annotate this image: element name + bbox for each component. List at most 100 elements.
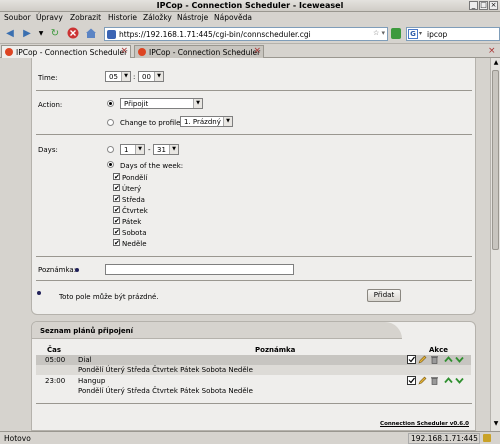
window-titlebar: IPCop - Connection Scheduler - Iceweasel… <box>0 0 500 12</box>
action-radio[interactable] <box>107 100 114 107</box>
change-profile-radio[interactable] <box>107 119 114 126</box>
search-engine-icon[interactable]: G <box>408 29 418 39</box>
divider <box>36 90 472 91</box>
menu-soubor[interactable]: Soubor <box>4 13 31 22</box>
minimize-icon[interactable]: _ <box>469 1 478 10</box>
row-days: Pondělí Úterý Středa Čtvrtek Pátek Sobot… <box>78 366 253 374</box>
status-bar: Hotovo 192.168.1.71:445 <box>0 431 500 444</box>
ssl-lock-icon[interactable] <box>483 434 491 442</box>
scroll-thumb[interactable] <box>492 70 499 250</box>
time-label: Time: <box>38 74 58 82</box>
site-favicon-icon <box>107 30 116 39</box>
profile-select[interactable]: 1. Prázdný ▼ <box>180 116 233 127</box>
checkbox-sobota[interactable]: ✔ <box>113 228 120 236</box>
divider <box>36 403 472 404</box>
close-tab-icon[interactable]: × <box>488 46 496 56</box>
note-input[interactable] <box>105 264 294 275</box>
tab-label: IPCop - Connection Scheduler <box>16 48 128 57</box>
checkbox-patek[interactable]: ✔ <box>113 217 120 225</box>
edit-pencil-icon[interactable] <box>418 355 427 364</box>
tab-connection-scheduler-1[interactable]: IPCop - Connection Scheduler × <box>1 45 131 58</box>
checkbox-utery[interactable]: ✔ <box>113 184 120 192</box>
menu-upravy[interactable]: Úpravy <box>36 13 63 22</box>
checkbox-nedele[interactable]: ✔ <box>113 239 120 247</box>
table-row <box>36 355 471 365</box>
days-range-radio[interactable] <box>107 146 114 153</box>
divider <box>36 280 472 281</box>
move-down-icon[interactable] <box>455 376 464 385</box>
enable-checkbox-icon[interactable] <box>407 376 416 385</box>
enable-checkbox-icon[interactable] <box>407 355 416 364</box>
column-time: Čas <box>47 346 62 354</box>
weekday-label: Středa <box>122 196 145 204</box>
url-text: https://192.168.1.71:445/cgi-bin/connsch… <box>119 30 311 39</box>
page-content: Time: 05 ▼ : 00 ▼ Action: Připojit ▼ Change… <box>0 58 490 431</box>
close-window-icon[interactable]: × <box>489 1 498 10</box>
delete-trash-icon[interactable] <box>430 376 439 385</box>
days-label: Days: <box>38 146 58 154</box>
weekday-label: Neděle <box>122 240 147 248</box>
divider <box>36 134 472 135</box>
edit-pencil-icon[interactable] <box>418 376 427 385</box>
scroll-up-icon[interactable]: ▲ <box>492 59 500 67</box>
menu-historie[interactable]: Historie <box>108 13 137 22</box>
tab-close-icon[interactable]: × <box>120 46 128 56</box>
hour-select[interactable]: 05 ▼ <box>105 71 131 82</box>
delete-trash-icon[interactable] <box>430 355 439 364</box>
move-up-icon[interactable] <box>444 355 453 364</box>
forward-icon[interactable]: ▶ <box>20 27 34 41</box>
history-dropdown-icon[interactable]: ▼ <box>34 27 48 41</box>
action-select[interactable]: Připojit ▼ <box>120 98 203 109</box>
list-header: Seznam plánů připojení <box>32 322 402 339</box>
checkbox-pondeli[interactable]: ✔ <box>113 173 120 181</box>
schedule-form: Time: 05 ▼ : 00 ▼ Action: Připojit ▼ Change… <box>31 58 476 315</box>
search-input[interactable]: ipcop <box>427 30 447 39</box>
move-down-icon[interactable] <box>455 355 464 364</box>
add-button[interactable]: Přidat <box>367 289 401 302</box>
menu-napoveda[interactable]: Nápověda <box>214 13 252 22</box>
checkbox-ctvrtek[interactable]: ✔ <box>113 206 120 214</box>
days-of-week-label: Days of the week: <box>120 162 184 170</box>
days-of-week-radio[interactable] <box>107 161 114 168</box>
menu-zobrazit[interactable]: Zobrazit <box>70 13 101 22</box>
checkbox-streda[interactable]: ✔ <box>113 195 120 203</box>
note-label: Poznámka: <box>38 266 77 274</box>
scroll-down-icon[interactable]: ▼ <box>492 420 500 428</box>
tab-connection-scheduler-2[interactable]: IPCop - Connection Scheduler × <box>134 45 264 58</box>
reload-icon[interactable]: ↻ <box>48 27 62 41</box>
search-box[interactable]: G ▾ ipcop <box>406 27 500 41</box>
version-link[interactable]: Connection Scheduler v0.6.0 <box>380 421 469 427</box>
navigation-toolbar: ◀ ▶ ▼ ↻ https://192.168.1.71:445/cgi-bin… <box>0 24 500 44</box>
vertical-scrollbar[interactable]: ▲ ▼ <box>490 58 500 431</box>
url-dropdown-icon[interactable]: ☆ ▾ <box>373 29 385 37</box>
search-engine-dropdown-icon[interactable]: ▾ <box>419 30 422 37</box>
weekday-label: Pátek <box>122 218 142 226</box>
row-time: 23:00 <box>45 377 66 385</box>
tab-favicon-icon <box>138 48 146 56</box>
tab-close-icon[interactable]: × <box>253 46 261 56</box>
stop-icon[interactable] <box>66 27 80 41</box>
menu-nastroje[interactable]: Nástroje <box>177 13 208 22</box>
status-text: Hotovo <box>4 434 31 443</box>
weekday-label: Pondělí <box>122 174 148 182</box>
chevron-down-icon: ▼ <box>121 72 130 81</box>
row-action: Dial <box>78 356 92 364</box>
url-bar[interactable]: https://192.168.1.71:445/cgi-bin/connsch… <box>104 27 388 41</box>
back-icon[interactable]: ◀ <box>3 27 17 41</box>
maximize-icon[interactable]: □ <box>479 1 488 10</box>
chevron-down-icon: ▼ <box>154 72 163 81</box>
column-note: Poznámka <box>255 346 296 354</box>
chevron-down-icon: ▼ <box>193 99 202 108</box>
row-days: Pondělí Úterý Středa Čtvrtek Pátek Sobot… <box>78 387 253 395</box>
column-actions: Akce <box>429 346 448 354</box>
action-label: Action: <box>38 101 63 109</box>
go-button[interactable] <box>391 28 401 39</box>
home-icon[interactable] <box>84 27 98 41</box>
chevron-down-icon: ▼ <box>169 145 178 154</box>
move-up-icon[interactable] <box>444 376 453 385</box>
minute-select[interactable]: 00 ▼ <box>138 71 164 82</box>
day-to-select[interactable]: 31 ▼ <box>153 144 179 155</box>
day-from-select[interactable]: 1 ▼ <box>120 144 145 155</box>
menu-zalozky[interactable]: Záložky <box>143 13 172 22</box>
chevron-down-icon: ▼ <box>135 145 144 154</box>
